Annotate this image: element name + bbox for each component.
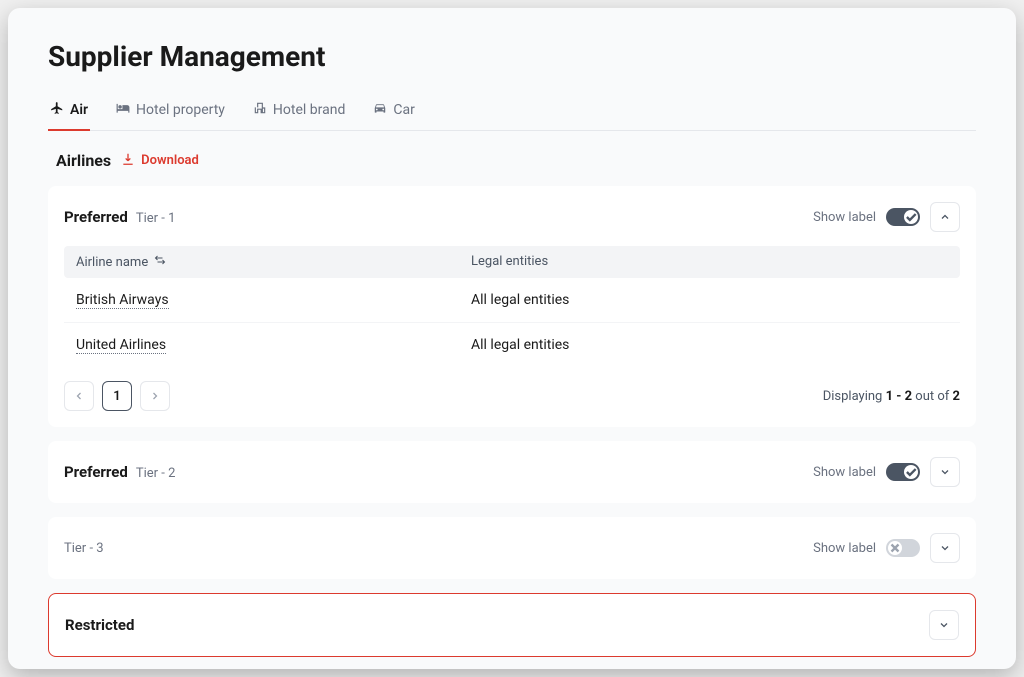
tier-header: Restricted: [65, 610, 959, 640]
table-row: British Airways All legal entities: [64, 278, 960, 323]
column-airline-name[interactable]: Airline name: [76, 254, 471, 270]
tab-label: Hotel property: [136, 102, 225, 118]
restricted-name: Restricted: [65, 616, 134, 634]
airline-link[interactable]: United Airlines: [76, 337, 166, 354]
download-label: Download: [141, 153, 199, 168]
tier-card-2: Preferred Tier - 2 Show label: [48, 441, 976, 503]
table-row: United Airlines All legal entities: [64, 323, 960, 367]
show-label-toggle[interactable]: [886, 463, 920, 481]
chevron-up-icon: [939, 208, 951, 227]
tier-name: Preferred: [64, 463, 128, 481]
car-icon: [373, 101, 387, 119]
show-label-text: Show label: [813, 541, 876, 556]
sort-icon: [154, 254, 166, 270]
building-icon: [253, 101, 267, 119]
pagination-summary: Displaying 1 - 2 out of 2: [823, 389, 960, 404]
bed-icon: [116, 101, 130, 119]
airline-name-cell: United Airlines: [76, 337, 471, 353]
show-label-text: Show label: [813, 210, 876, 225]
collapse-button[interactable]: [930, 202, 960, 232]
section-header: Airlines Download: [56, 151, 968, 170]
chevron-down-icon: [939, 539, 951, 558]
table-header: Airline name Legal entities: [64, 246, 960, 278]
expand-button[interactable]: [930, 533, 960, 563]
show-label-toggle[interactable]: [886, 539, 920, 557]
prev-page-button[interactable]: [64, 381, 94, 411]
column-label: Legal entities: [471, 254, 548, 269]
legal-entities-cell: All legal entities: [471, 292, 948, 308]
tier-header: Preferred Tier - 1 Show label: [64, 202, 960, 232]
pagination-controls: 1: [64, 381, 170, 411]
tier-right: [929, 610, 959, 640]
tier-left: Tier - 3: [64, 541, 104, 556]
tier-card-3: Tier - 3 Show label: [48, 517, 976, 579]
restricted-card: Restricted: [48, 593, 976, 657]
show-label-toggle[interactable]: [886, 208, 920, 226]
download-button[interactable]: Download: [121, 152, 199, 170]
show-label-text: Show label: [813, 465, 876, 480]
display-prefix: Displaying: [823, 389, 886, 404]
tier-left: Preferred Tier - 1: [64, 208, 175, 226]
chevron-down-icon: [938, 616, 950, 635]
toggle-knob: [888, 541, 902, 555]
tier-label: Tier - 1: [136, 211, 176, 226]
airplane-icon: [50, 101, 64, 119]
tab-label: Hotel brand: [273, 102, 345, 118]
tier-right: Show label: [813, 202, 960, 232]
tier-left: Preferred Tier - 2: [64, 463, 175, 481]
tier-right: Show label: [813, 533, 960, 563]
page-number[interactable]: 1: [102, 381, 132, 411]
airline-name-cell: British Airways: [76, 292, 471, 308]
tab-label: Air: [70, 102, 88, 118]
section-title: Airlines: [56, 151, 111, 170]
legal-entities-cell: All legal entities: [471, 337, 948, 353]
tier-card-1: Preferred Tier - 1 Show label: [48, 186, 976, 427]
toggle-knob: [904, 465, 918, 479]
tabs-bar: Air Hotel property Hotel brand Car: [48, 93, 976, 131]
chevron-left-icon: [73, 387, 85, 406]
toggle-knob: [904, 210, 918, 224]
out-of-text: out of: [912, 389, 952, 404]
column-legal-entities: Legal entities: [471, 254, 948, 270]
tier-name: Preferred: [64, 208, 128, 226]
tab-car[interactable]: Car: [371, 93, 416, 131]
airlines-table: Airline name Legal entities British Airw…: [64, 246, 960, 367]
next-page-button[interactable]: [140, 381, 170, 411]
tier-label: Tier - 2: [136, 466, 176, 481]
expand-button[interactable]: [930, 457, 960, 487]
expand-button[interactable]: [929, 610, 959, 640]
tab-hotel-property[interactable]: Hotel property: [114, 93, 227, 131]
pagination: 1 Displaying 1 - 2 out of 2: [64, 381, 960, 411]
app-window: Supplier Management Air Hotel property H…: [8, 8, 1016, 669]
column-label: Airline name: [76, 255, 148, 270]
chevron-down-icon: [939, 463, 951, 482]
tier-header: Tier - 3 Show label: [64, 533, 960, 563]
tier-header: Preferred Tier - 2 Show label: [64, 457, 960, 487]
tier-label: Tier - 3: [64, 541, 104, 556]
airline-link[interactable]: British Airways: [76, 292, 169, 309]
tier-right: Show label: [813, 457, 960, 487]
tier-left: Restricted: [65, 616, 134, 634]
chevron-right-icon: [149, 387, 161, 406]
tab-label: Car: [393, 102, 414, 118]
tab-hotel-brand[interactable]: Hotel brand: [251, 93, 347, 131]
tab-air[interactable]: Air: [48, 93, 90, 131]
download-icon: [121, 152, 135, 170]
display-range: 1 - 2: [886, 389, 913, 404]
page-title: Supplier Management: [48, 40, 976, 73]
display-total: 2: [953, 389, 960, 404]
